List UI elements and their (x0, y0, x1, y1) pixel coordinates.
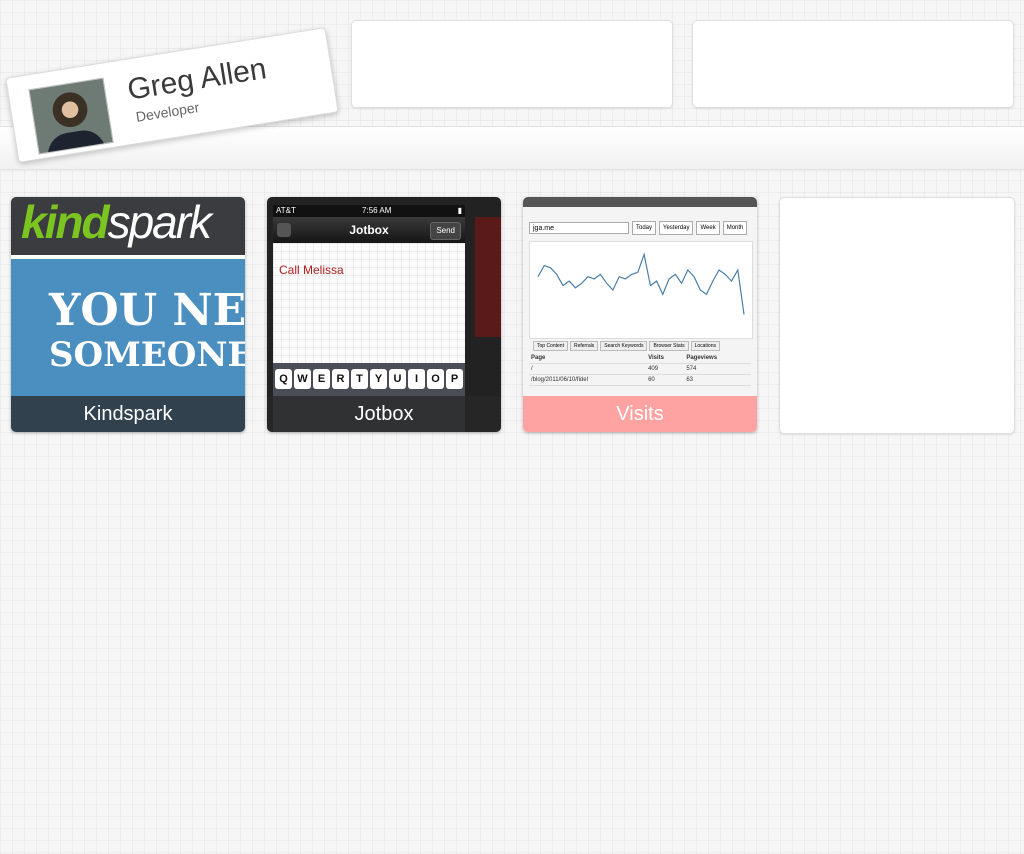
visits-line (537, 252, 745, 315)
hero-line: SOMEONE (49, 335, 245, 375)
visits-chart (529, 241, 753, 339)
table-header: Pageviews (684, 353, 751, 364)
keyboard-key: E (313, 369, 330, 389)
app-label: Kindspark (11, 396, 245, 432)
carrier: AT&T (276, 206, 296, 215)
keyboard-key: Y (370, 369, 387, 389)
app-label: Jotbox (267, 396, 501, 432)
kindspark-logo: kindspark (21, 197, 212, 248)
kindspark-header: kindspark (11, 197, 245, 255)
stats-tab: Search Keywords (600, 341, 648, 351)
empty-profile-slot[interactable] (692, 20, 1014, 108)
stats-table: Page Visits Pageviews /409 574 /blog/2011/0… (529, 353, 751, 386)
clock: 7:56 AM (362, 206, 392, 215)
empty-app-slot[interactable] (779, 197, 1015, 434)
table-cell: 60 (646, 374, 685, 386)
table-cell: / (529, 363, 647, 375)
range-button: Today (632, 221, 657, 235)
table-cell: 574 (684, 363, 751, 375)
range-bar: jga.me Today Yesterday Week Month (529, 221, 749, 235)
app-tile-kindspark[interactable]: kindspark YOU NE SOMEONE Kindspark (11, 197, 245, 432)
table-header: Page (529, 353, 647, 364)
table-cell: 63 (684, 374, 751, 386)
jotbox-title: Jotbox (349, 223, 389, 237)
keyboard-key: T (351, 369, 368, 389)
table-cell: /blog/2011/06/10/fidel (529, 374, 647, 386)
site-select: jga.me (529, 222, 629, 234)
app-label: Visits (523, 396, 757, 432)
keyboard-key: Q (275, 369, 292, 389)
keyboard-key: W (294, 369, 311, 389)
keyboard-key: O (427, 369, 444, 389)
stats-tab: Top Content (533, 341, 568, 351)
phone-status-bar: AT&T 7:56 AM ▮ (273, 205, 465, 217)
range-button: Yesterday (659, 221, 694, 235)
range-button: Week (696, 221, 720, 235)
avatar (28, 77, 114, 155)
keyboard-key: U (389, 369, 406, 389)
keyboard-key: R (332, 369, 349, 389)
app-tile-jotbox[interactable]: AT&T 7:56 AM ▮ Jotbox Send Call Melissa … (267, 197, 501, 432)
hero-line: YOU NE (49, 285, 245, 336)
battery-icon: ▮ (457, 206, 462, 215)
app-tile-visits[interactable]: jga.me Today Yesterday Week Month Top Co… (523, 197, 757, 432)
note-paper: Call Melissa (273, 243, 465, 363)
keyboard-key: P (446, 369, 463, 389)
menu-icon (277, 223, 291, 237)
note-text: Call Melissa (279, 263, 344, 277)
stats-tab: Referrals (569, 341, 599, 351)
stats-tab: Browser Stats (649, 341, 689, 351)
stats-tab: Locations (690, 341, 720, 351)
browser-bar (523, 197, 757, 207)
send-button: Send (430, 222, 461, 240)
table-cell: 409 (646, 363, 685, 375)
table-header: Visits (646, 353, 685, 364)
jotbox-navbar: Jotbox Send (273, 217, 465, 243)
stats-tabs: Top Content Referrals Search Keywords Br… (533, 341, 720, 351)
keyboard-key: I (408, 369, 425, 389)
range-button: Month (722, 221, 748, 235)
empty-profile-slot[interactable] (351, 20, 673, 108)
